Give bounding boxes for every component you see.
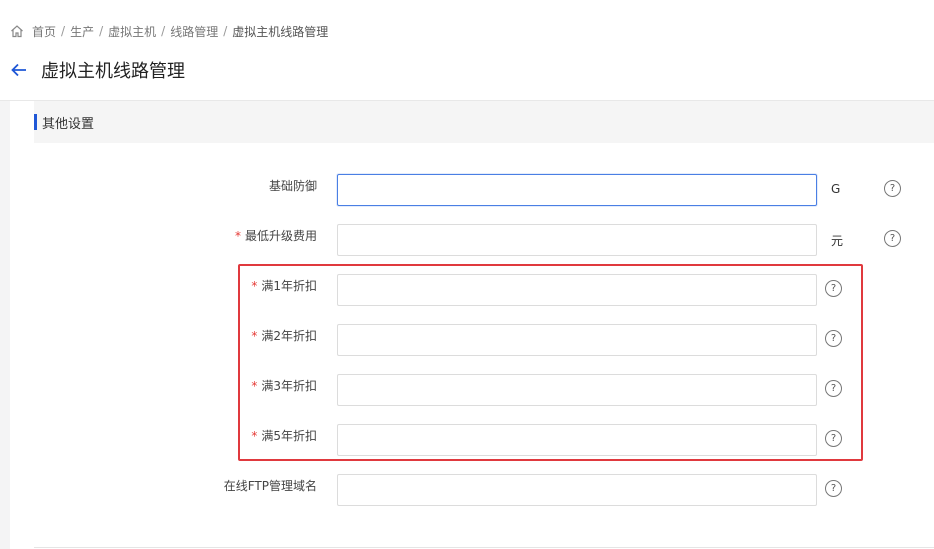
section-header: 其他设置 xyxy=(34,101,934,143)
breadcrumb-item-line-management[interactable]: 线路管理 xyxy=(170,23,218,40)
home-icon[interactable] xyxy=(10,24,24,38)
highlight-box xyxy=(238,264,863,461)
required-mark: * xyxy=(234,229,241,243)
breadcrumb-separator: / xyxy=(99,24,104,38)
field-label: 基础防御 xyxy=(268,179,317,193)
section-title: 其他设置 xyxy=(42,116,95,132)
breadcrumb-separator: / xyxy=(61,24,66,38)
help-icon[interactable]: ? xyxy=(884,180,901,197)
breadcrumb: 首页 / 生产 / 虚拟主机 / 线路管理 / 虚拟主机线路管理 xyxy=(10,22,328,40)
divider xyxy=(34,547,934,548)
form-row-basic-defense: 基础防御 G ? xyxy=(10,174,934,206)
form-row-ftp-domain: 在线FTP管理域名 ? xyxy=(10,474,934,506)
breadcrumb-current: 虚拟主机线路管理 xyxy=(232,24,329,39)
field-label: 在线FTP管理域名 xyxy=(223,479,317,493)
basic-defense-input[interactable] xyxy=(337,174,817,206)
form-row-min-upgrade-fee: * 最低升级费用 元 ? xyxy=(10,224,934,256)
unit-label: 元 xyxy=(831,234,844,248)
min-upgrade-fee-input[interactable] xyxy=(337,224,817,256)
field-label-text: 最低升级费用 xyxy=(244,229,317,243)
field-label: * 最低升级费用 xyxy=(235,224,317,256)
help-icon[interactable]: ? xyxy=(825,480,842,497)
breadcrumb-separator: / xyxy=(223,24,228,38)
help-icon[interactable]: ? xyxy=(884,230,901,247)
section-accent-bar xyxy=(34,114,37,130)
ftp-domain-input[interactable] xyxy=(337,474,817,506)
breadcrumb-separator: / xyxy=(161,24,166,38)
breadcrumb-item-home[interactable]: 首页 xyxy=(32,23,56,40)
unit-label: G xyxy=(831,182,841,196)
form-panel: 其他设置 基础防御 G ? * 最低升级费用 元 ? * 满1年折扣 ? * 满2年折… xyxy=(10,101,934,549)
page-title: 虚拟主机线路管理 xyxy=(41,61,185,82)
breadcrumb-item-production[interactable]: 生产 xyxy=(70,23,94,40)
page-header: 首页 / 生产 / 虚拟主机 / 线路管理 / 虚拟主机线路管理 虚拟主机线路管… xyxy=(0,0,934,101)
breadcrumb-item-virtual-host[interactable]: 虚拟主机 xyxy=(108,23,156,40)
title-row: 虚拟主机线路管理 xyxy=(10,58,185,82)
back-arrow-icon[interactable] xyxy=(10,61,28,79)
